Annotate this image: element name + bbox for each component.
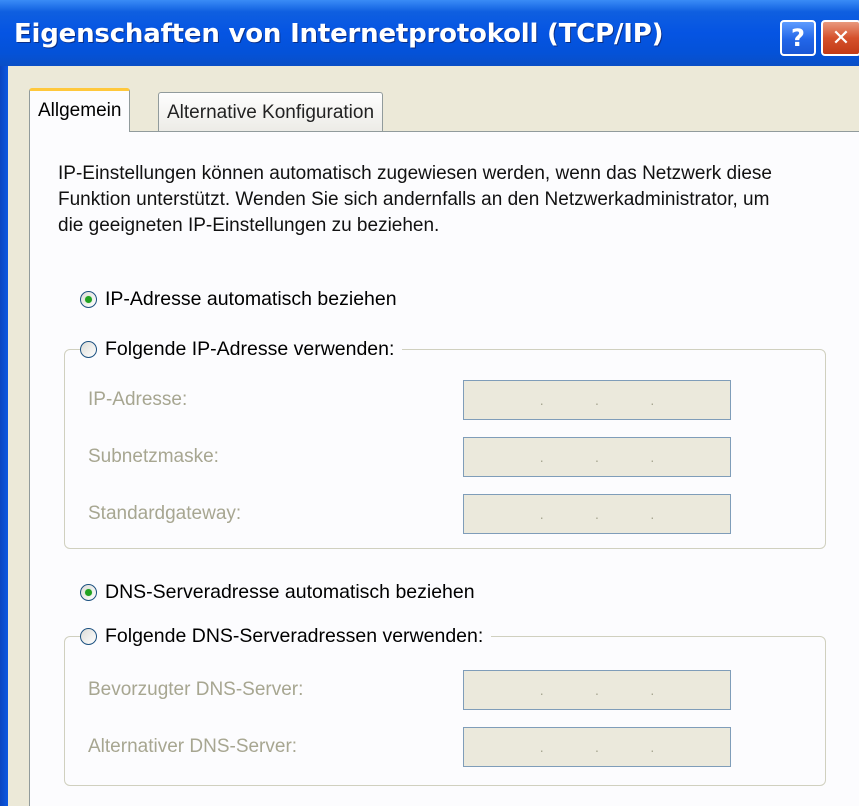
help-button[interactable]: ? bbox=[780, 20, 816, 56]
window-title: Eigenschaften von Internetprotokoll (TCP… bbox=[14, 19, 664, 49]
radio-dns-manual[interactable]: Folgende DNS-Serveradressen verwenden: bbox=[80, 625, 492, 648]
description-text: IP-Einstellungen können automatisch zuge… bbox=[58, 163, 772, 236]
radio-ip-auto[interactable]: IP-Adresse automatisch beziehen bbox=[80, 288, 405, 311]
preferred-dns-label: Bevorzugter DNS-Server: bbox=[88, 679, 304, 700]
ip-address-input[interactable]: . . . bbox=[463, 380, 731, 420]
radio-button-unchecked[interactable] bbox=[80, 341, 97, 358]
default-gateway-input[interactable]: . . . bbox=[463, 494, 731, 534]
tab-alternative-konfiguration[interactable]: Alternative Konfiguration bbox=[158, 92, 384, 132]
ip-address-label: IP-Adresse: bbox=[88, 389, 188, 410]
tcpip-properties-dialog: Eigenschaften von Internetprotokoll (TCP… bbox=[0, 0, 859, 806]
radio-ip-manual-label: Folgende IP-Adresse verwenden: bbox=[105, 338, 395, 360]
subnet-mask-input[interactable]: . . . bbox=[463, 437, 731, 477]
title-bar[interactable]: Eigenschaften von Internetprotokoll (TCP… bbox=[0, 0, 859, 66]
radio-ip-manual[interactable]: Folgende IP-Adresse verwenden: bbox=[80, 338, 403, 361]
window-border bbox=[0, 66, 8, 806]
radio-button-unchecked[interactable] bbox=[80, 628, 97, 645]
close-icon: ✕ bbox=[831, 25, 851, 51]
radio-dns-auto[interactable]: DNS-Serveradresse automatisch beziehen bbox=[80, 581, 483, 604]
subnet-mask-label: Subnetzmaske: bbox=[88, 446, 219, 467]
radio-button-checked[interactable] bbox=[80, 584, 97, 601]
preferred-dns-input[interactable]: . . . bbox=[463, 670, 731, 710]
radio-button-checked[interactable] bbox=[80, 291, 97, 308]
radio-ip-auto-label: IP-Adresse automatisch beziehen bbox=[105, 288, 397, 310]
help-icon: ? bbox=[791, 24, 805, 52]
alternate-dns-label: Alternativer DNS-Server: bbox=[88, 736, 298, 757]
radio-dns-auto-label: DNS-Serveradresse automatisch beziehen bbox=[105, 581, 475, 603]
close-button[interactable]: ✕ bbox=[821, 20, 859, 56]
default-gateway-label: Standardgateway: bbox=[88, 503, 242, 524]
alternate-dns-input[interactable]: . . . bbox=[463, 727, 731, 767]
radio-dns-manual-label: Folgende DNS-Serveradressen verwenden: bbox=[105, 625, 484, 647]
tab-allgemein[interactable]: Allgemein bbox=[29, 88, 131, 132]
